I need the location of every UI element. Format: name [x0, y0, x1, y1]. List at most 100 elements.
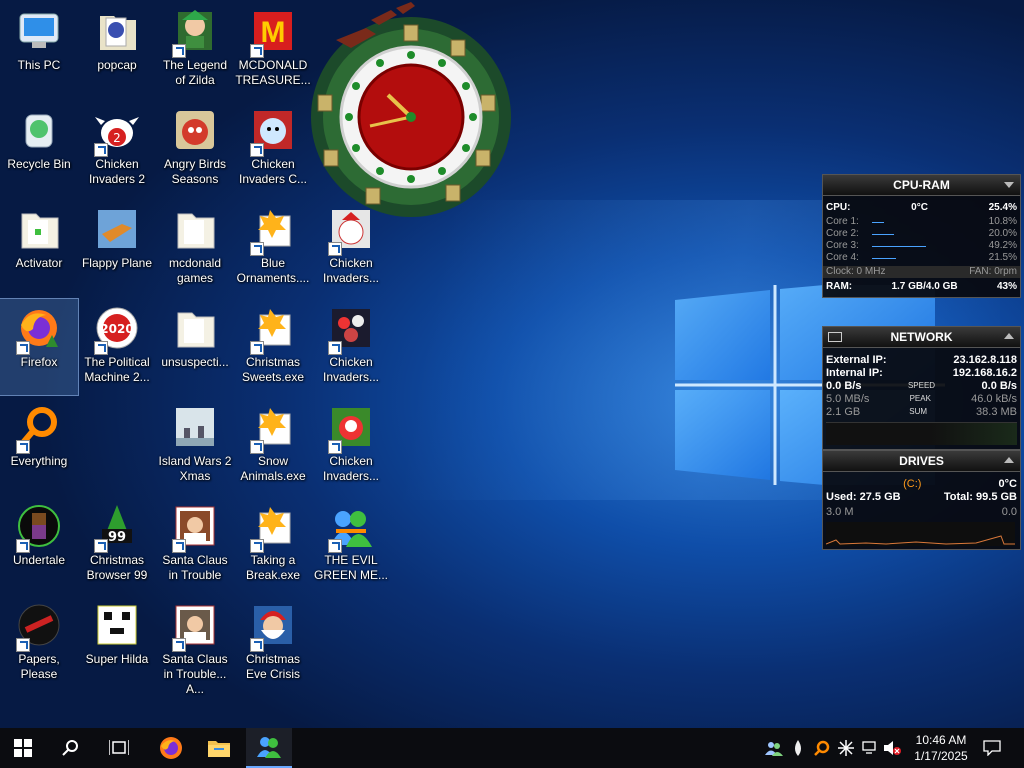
desktop-icon-super-hilda[interactable]: Super Hilda	[78, 596, 156, 692]
tray-users[interactable]	[762, 728, 786, 768]
shortcut-arrow-icon	[16, 539, 30, 553]
external-ip-label: External IP:	[826, 354, 887, 366]
desktop-icon-flappy-plane[interactable]: Flappy Plane	[78, 200, 156, 296]
drive-read: 3.0 M	[826, 506, 854, 518]
desktop-icon-label: Chicken Invaders...	[322, 355, 380, 384]
desktop-icon-mcdonald-games-folder[interactable]: mcdonald games	[156, 200, 234, 296]
core-value: 21.5%	[988, 252, 1017, 263]
cpu-core-row: Core 3: 49.2%	[823, 240, 1020, 252]
desktop-icon-unsuspecting-folder[interactable]: unsuspecti...	[156, 299, 234, 395]
chicken-invaders-icon	[326, 303, 376, 355]
snowflake-icon	[838, 740, 854, 756]
everything-search-icon	[814, 740, 830, 756]
desktop-icon-label: Recycle Bin	[7, 157, 71, 171]
desktop-icon-label: Activator	[15, 256, 63, 270]
ram-percent: 43%	[996, 281, 1017, 292]
collapse-arrow-icon[interactable]	[1004, 333, 1014, 339]
christmas-clock-gadget[interactable]	[296, 0, 526, 225]
desktop-icon-snow-animals[interactable]: Snow Animals.exe	[234, 398, 312, 494]
cpu-cores-list: Core 1: 10.8% Core 2: 20.0% Core 3: 49.2% Core…	[823, 216, 1020, 264]
desktop-icon-label: Super Hilda	[85, 652, 149, 666]
network-graph	[826, 422, 1017, 445]
collapse-arrow-icon[interactable]	[1004, 457, 1014, 463]
speed-down: 0.0 B/s	[826, 380, 862, 392]
speed-up: 0.0 B/s	[981, 380, 1017, 392]
desktop-icon-angry-birds-seasons[interactable]: Angry Birds Seasons	[156, 101, 234, 197]
christmas-eve-crisis-icon	[248, 600, 298, 652]
tray-drop[interactable]	[786, 728, 810, 768]
desktop-icon-everything[interactable]: Everything	[0, 398, 78, 494]
desktop-icon-undertale[interactable]: Undertale	[0, 497, 78, 593]
windows-start-icon	[14, 739, 32, 757]
taskbar-messenger[interactable]	[246, 728, 292, 768]
water-drop-icon	[795, 740, 801, 756]
christmas-browser-icon: 99	[92, 501, 142, 553]
taskbar-clock[interactable]: 10:46 AM 1/17/2025	[906, 732, 976, 764]
monitor-icon	[828, 332, 842, 342]
desktop-icon-island-wars[interactable]: Island Wars 2 Xmas	[156, 398, 234, 494]
shortcut-arrow-icon	[16, 440, 30, 454]
tray-volume[interactable]	[880, 728, 904, 768]
desktop-icon-santa-claus[interactable]: Santa Claus in Trouble... A...	[156, 596, 234, 696]
desktop-icon-christmas-sweets[interactable]: Christmas Sweets.exe	[234, 299, 312, 395]
desktop-icon-activator-folder[interactable]: Activator	[0, 200, 78, 296]
desktop-icon-label: Christmas Eve Crisis	[245, 652, 300, 681]
desktop-icon-popcap-folder[interactable]: popcap	[78, 2, 156, 98]
cpu-fan: FAN: 0rpm	[969, 266, 1017, 277]
tray-network[interactable]	[858, 728, 882, 768]
shortcut-arrow-icon	[94, 143, 108, 157]
activator-folder-icon	[14, 204, 64, 254]
desktop-icon-this-pc[interactable]: This PC	[0, 2, 78, 98]
desktop-icon-papers-please[interactable]: Papers, Please	[0, 596, 78, 692]
desktop-icon-label: The Legend of Zilda	[162, 58, 228, 87]
collapse-arrow-icon[interactable]	[1004, 182, 1014, 188]
desktop-icon-label: Christmas Sweets.exe	[241, 355, 305, 384]
internal-ip-value: 192.168.16.2	[952, 367, 1017, 379]
taskbar-file-explorer[interactable]	[196, 728, 242, 768]
mcdonald-games-folder-icon	[170, 204, 220, 254]
core-label: Core 3:	[826, 240, 859, 251]
taskbar: 10:46 AM 1/17/2025	[0, 728, 1024, 768]
taskbar-firefox[interactable]	[148, 728, 194, 768]
desktop-icon-label: unsuspecti...	[161, 355, 229, 369]
tray-snowflake[interactable]	[834, 728, 858, 768]
desktop-icon-firefox[interactable]: Firefox	[0, 298, 79, 396]
tray-everything[interactable]	[810, 728, 834, 768]
desktop-icon-label: Papers, Please	[18, 652, 60, 681]
desktop-icon-label: Island Wars 2 Xmas	[158, 454, 232, 483]
cpu-core-row: Core 1: 10.8%	[823, 216, 1020, 228]
desktop-icon-label: Angry Birds Seasons	[163, 157, 227, 186]
political-machine-icon: 2020	[92, 303, 142, 355]
desktop-icon-chicken-invaders-2[interactable]: 2 Chicken Invaders 2	[78, 101, 156, 197]
desktop-icon-label: Santa Claus in Trouble... A...	[162, 652, 228, 696]
task-view-button[interactable]	[96, 728, 142, 768]
desktop-icon-recycle-bin[interactable]: Recycle Bin	[0, 101, 78, 197]
desktop-icon-label: Everything	[10, 454, 68, 468]
desktop-icon-label: THE EVIL GREEN ME...	[313, 553, 388, 582]
desktop-icon-christmas-browser[interactable]: 99 Christmas Browser 99	[78, 497, 156, 593]
search-button[interactable]	[48, 728, 94, 768]
desktop-icon-taking-a-break[interactable]: Taking a Break.exe	[234, 497, 312, 593]
notification-icon	[983, 740, 1001, 756]
desktop-icon-chicken-invaders[interactable]: Chicken Invaders...	[312, 398, 390, 494]
desktop-icon-label: Undertale	[12, 553, 66, 567]
desktop-icon-christmas-eve-crisis[interactable]: Christmas Eve Crisis	[234, 596, 312, 692]
desktop-icon-santa-claus[interactable]: Santa Claus in Trouble	[156, 497, 234, 593]
shortcut-arrow-icon	[172, 44, 186, 58]
drive-activity-graph	[826, 522, 1015, 546]
desktop-icon-chicken-invaders[interactable]: Chicken Invaders...	[312, 299, 390, 395]
core-load-bar	[872, 222, 884, 223]
desktop-icon-evil-green-me[interactable]: THE EVIL GREEN ME...	[312, 497, 390, 593]
chicken-invaders-icon	[326, 402, 376, 454]
start-button[interactable]	[0, 728, 46, 768]
desktop-icon-legend-of-zilda[interactable]: The Legend of Zilda	[156, 2, 234, 98]
desktop-icon-political-machine[interactable]: 2020 The Political Machine 2...	[78, 299, 156, 395]
core-value: 20.0%	[988, 228, 1017, 239]
desktop-icon-label: Blue Ornaments....	[236, 256, 310, 285]
folder-icon	[208, 741, 230, 757]
action-center-button[interactable]	[980, 728, 1004, 768]
clock-center	[406, 112, 416, 122]
this-pc-icon	[14, 6, 64, 56]
task-view-icon	[109, 740, 129, 755]
santa-claus-icon	[170, 600, 220, 652]
